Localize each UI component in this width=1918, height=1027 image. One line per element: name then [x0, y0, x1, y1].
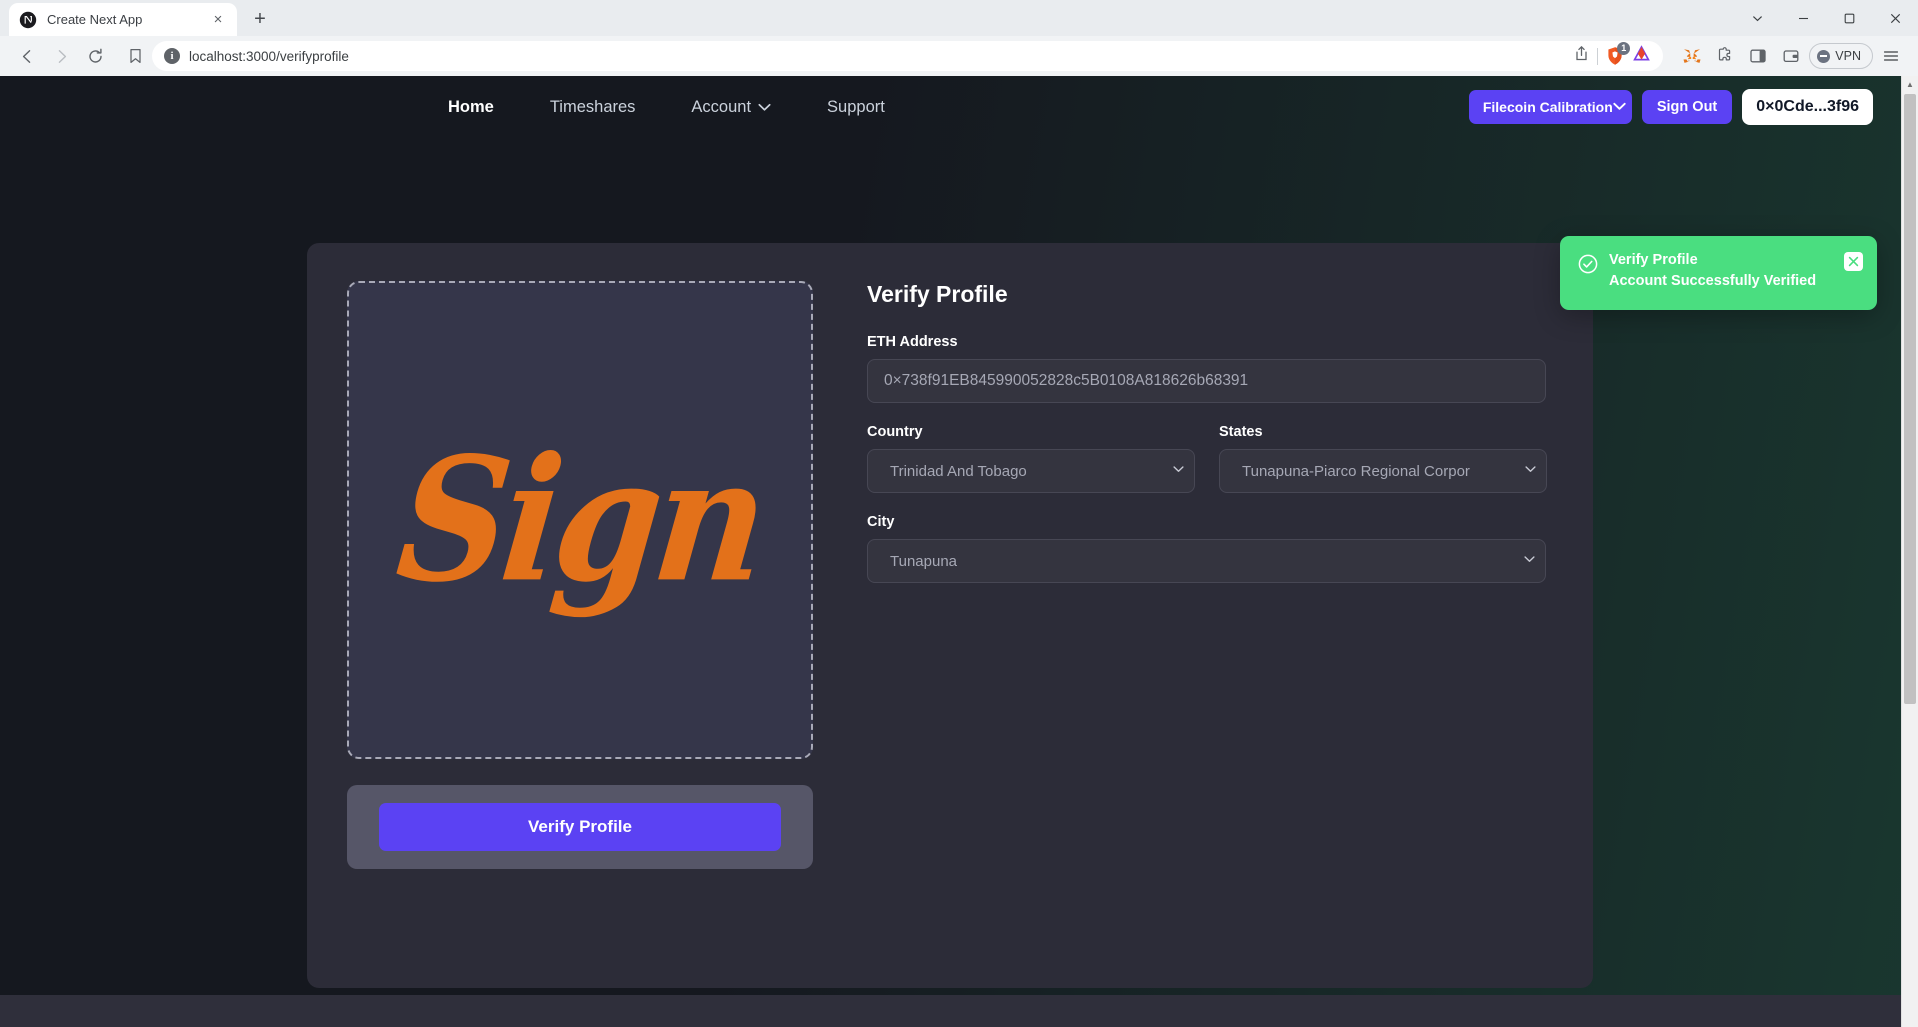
nav-item-label: Home: [448, 97, 494, 116]
nav-item-timeshares[interactable]: Timeshares: [522, 98, 664, 117]
new-tab-button[interactable]: +: [245, 4, 275, 34]
network-selector[interactable]: Filecoin Calibration: [1468, 90, 1632, 124]
tab-strip: Create Next App × +: [0, 0, 1918, 36]
eth-address-input[interactable]: 0×738f91EB845990052828c5B0108A818626b683…: [867, 359, 1546, 403]
omnibox-actions: 1: [1573, 42, 1653, 68]
close-icon[interactable]: ×: [209, 11, 227, 29]
url-text: localhost:3000/verifyprofile: [189, 48, 349, 64]
site-navbar: Home Timeshares Account Support Filecoin…: [0, 76, 1901, 138]
chevron-down-icon: [758, 98, 771, 117]
forward-icon[interactable]: [46, 41, 76, 71]
bookmark-icon[interactable]: [118, 48, 152, 64]
page-footer: [0, 995, 1901, 1027]
metamask-fox-icon[interactable]: [1677, 41, 1707, 71]
toast-body: Verify Profile Account Successfully Veri…: [1609, 252, 1833, 290]
nav-item-label: Support: [827, 97, 885, 116]
sign-out-button[interactable]: Sign Out: [1641, 90, 1733, 124]
extensions-tray: VPN: [1671, 41, 1906, 71]
extensions-puzzle-icon[interactable]: [1710, 41, 1740, 71]
check-circle-icon: [1578, 254, 1598, 279]
states-field: States Tunapuna-Piarco Regional Corpor: [1219, 424, 1547, 493]
signature-ink: Sign: [389, 419, 771, 620]
country-select-value: Trinidad And Tobago: [890, 462, 1027, 480]
verify-profile-button[interactable]: Verify Profile: [379, 803, 781, 851]
eth-address-label: ETH Address: [867, 334, 958, 350]
page-title: Verify Profile: [867, 281, 1008, 307]
signature-pad[interactable]: Sign: [347, 281, 813, 759]
eth-address-field: ETH Address 0×738f91EB845990052828c5B010…: [867, 334, 1546, 403]
signature-column: Sign Verify Profile: [307, 243, 827, 988]
back-icon[interactable]: [12, 41, 42, 71]
chevron-down-icon: [1613, 98, 1626, 116]
nav-item-account[interactable]: Account: [663, 98, 799, 117]
brave-shields-icon[interactable]: 1: [1605, 42, 1631, 66]
nav-item-home[interactable]: Home: [420, 98, 522, 117]
city-select[interactable]: Tunapuna: [867, 539, 1546, 583]
navbar-actions: Filecoin Calibration Sign Out 0×0Cde...3…: [1468, 89, 1873, 125]
site-info-icon[interactable]: i: [164, 48, 180, 64]
close-icon[interactable]: [1872, 0, 1918, 36]
web-page: Home Timeshares Account Support Filecoin…: [0, 76, 1901, 1027]
chevron-down-icon: [1173, 466, 1184, 477]
window-controls: [1734, 0, 1918, 36]
country-select[interactable]: Trinidad And Tobago: [867, 449, 1195, 493]
scrollbar-thumb[interactable]: [1904, 94, 1916, 704]
states-select[interactable]: Tunapuna-Piarco Regional Corpor: [1219, 449, 1547, 493]
nav-item-label: Account: [691, 97, 752, 116]
chevron-down-icon: [1525, 466, 1536, 477]
nav-item-label: Timeshares: [549, 97, 636, 116]
tab-title: Create Next App: [47, 12, 143, 27]
nav-links: Home Timeshares Account Support: [420, 98, 913, 117]
browser-toolbar: i localhost:3000/verifyprofile 1 VPN: [0, 36, 1918, 76]
states-select-value: Tunapuna-Piarco Regional Corpor: [1242, 462, 1470, 480]
country-state-row: Country Trinidad And Tobago States Tunap…: [867, 424, 1551, 514]
toast-notification: Verify Profile Account Successfully Veri…: [1560, 236, 1877, 310]
vpn-button[interactable]: VPN: [1809, 43, 1873, 69]
brave-wallet-icon[interactable]: [1776, 41, 1806, 71]
chevron-down-icon[interactable]: [1734, 0, 1780, 36]
form-column: Verify Profile ETH Address 0×738f91EB845…: [827, 243, 1593, 988]
page-viewport: Home Timeshares Account Support Filecoin…: [0, 76, 1918, 1027]
reload-icon[interactable]: [80, 41, 110, 71]
browser-window: Create Next App × + i localhost:3000/ver…: [0, 0, 1918, 1027]
address-bar[interactable]: i localhost:3000/verifyprofile 1: [152, 41, 1664, 71]
hamburger-menu-icon[interactable]: [1876, 41, 1906, 71]
toast-message: Account Successfully Verified: [1609, 273, 1817, 289]
country-field: Country Trinidad And Tobago: [867, 424, 1195, 493]
toolbar-divider: [1597, 47, 1599, 65]
verify-button-panel: Verify Profile: [347, 785, 813, 869]
city-field: City Tunapuna: [867, 514, 1551, 583]
chevron-down-icon: [1524, 556, 1535, 567]
page-scrollbar[interactable]: ▲: [1901, 76, 1918, 1027]
city-label: City: [867, 514, 895, 530]
verify-profile-card: Sign Verify Profile Verify Profile ETH A…: [307, 243, 1593, 988]
maximize-icon[interactable]: [1826, 0, 1872, 36]
city-select-value: Tunapuna: [890, 552, 958, 570]
nextjs-globe-icon: [19, 11, 37, 29]
vpn-status-icon: [1817, 49, 1831, 63]
brave-leo-icon[interactable]: [1632, 44, 1651, 68]
account-address-pill[interactable]: 0×0Cde...3f96: [1742, 89, 1873, 125]
minimize-icon[interactable]: [1780, 0, 1826, 36]
shields-count-badge: 1: [1617, 42, 1631, 55]
toast-close-icon[interactable]: [1844, 252, 1863, 271]
vpn-label: VPN: [1835, 49, 1861, 63]
states-label: States: [1219, 424, 1263, 440]
share-icon[interactable]: [1573, 45, 1590, 67]
nav-item-support[interactable]: Support: [799, 98, 913, 117]
omnibox-wrapper: i localhost:3000/verifyprofile 1: [118, 41, 1664, 71]
toast-title: Verify Profile: [1609, 252, 1698, 268]
network-selector-value: Filecoin Calibration: [1482, 99, 1613, 115]
scroll-up-arrow-icon[interactable]: ▲: [1902, 76, 1918, 93]
country-label: Country: [867, 424, 923, 440]
browser-tab[interactable]: Create Next App ×: [9, 3, 237, 36]
sidebar-panel-icon[interactable]: [1743, 41, 1773, 71]
